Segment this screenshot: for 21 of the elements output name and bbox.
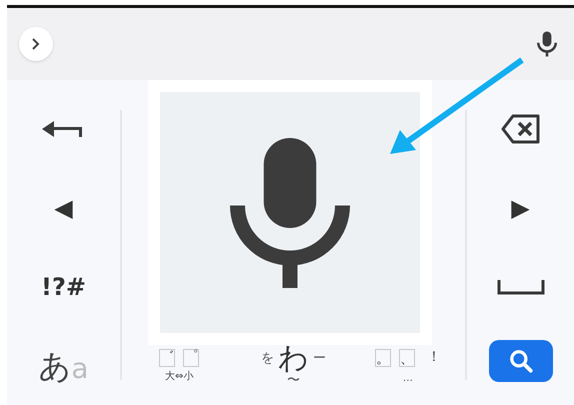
key-label[interactable]: !?# xyxy=(41,268,86,305)
search-icon xyxy=(508,348,534,374)
key-label[interactable]: ◀ xyxy=(54,190,73,226)
key-label[interactable]: ゜ xyxy=(183,349,200,368)
key-label[interactable]: ー xyxy=(312,349,326,369)
key-label[interactable]: … xyxy=(402,374,413,384)
chevron-right-icon xyxy=(30,38,42,50)
key-label[interactable]: あ xyxy=(38,342,72,390)
key-label[interactable]: ゛ xyxy=(159,349,176,368)
key-label[interactable]: わ xyxy=(278,344,309,374)
key-label[interactable]: を xyxy=(260,349,274,369)
key-label[interactable]: 。 xyxy=(374,348,391,367)
expand-button[interactable] xyxy=(19,27,53,61)
search-button[interactable] xyxy=(488,340,552,382)
space-icon[interactable] xyxy=(496,278,544,296)
backspace-icon[interactable] xyxy=(500,114,540,144)
key-caption: 大⇔小 xyxy=(164,370,194,384)
key-label[interactable]: ▶ xyxy=(511,190,530,226)
key-label[interactable]: 、 xyxy=(398,348,415,367)
key-label[interactable]: 〜 xyxy=(286,374,300,388)
key-label[interactable]: ！ xyxy=(426,347,441,368)
